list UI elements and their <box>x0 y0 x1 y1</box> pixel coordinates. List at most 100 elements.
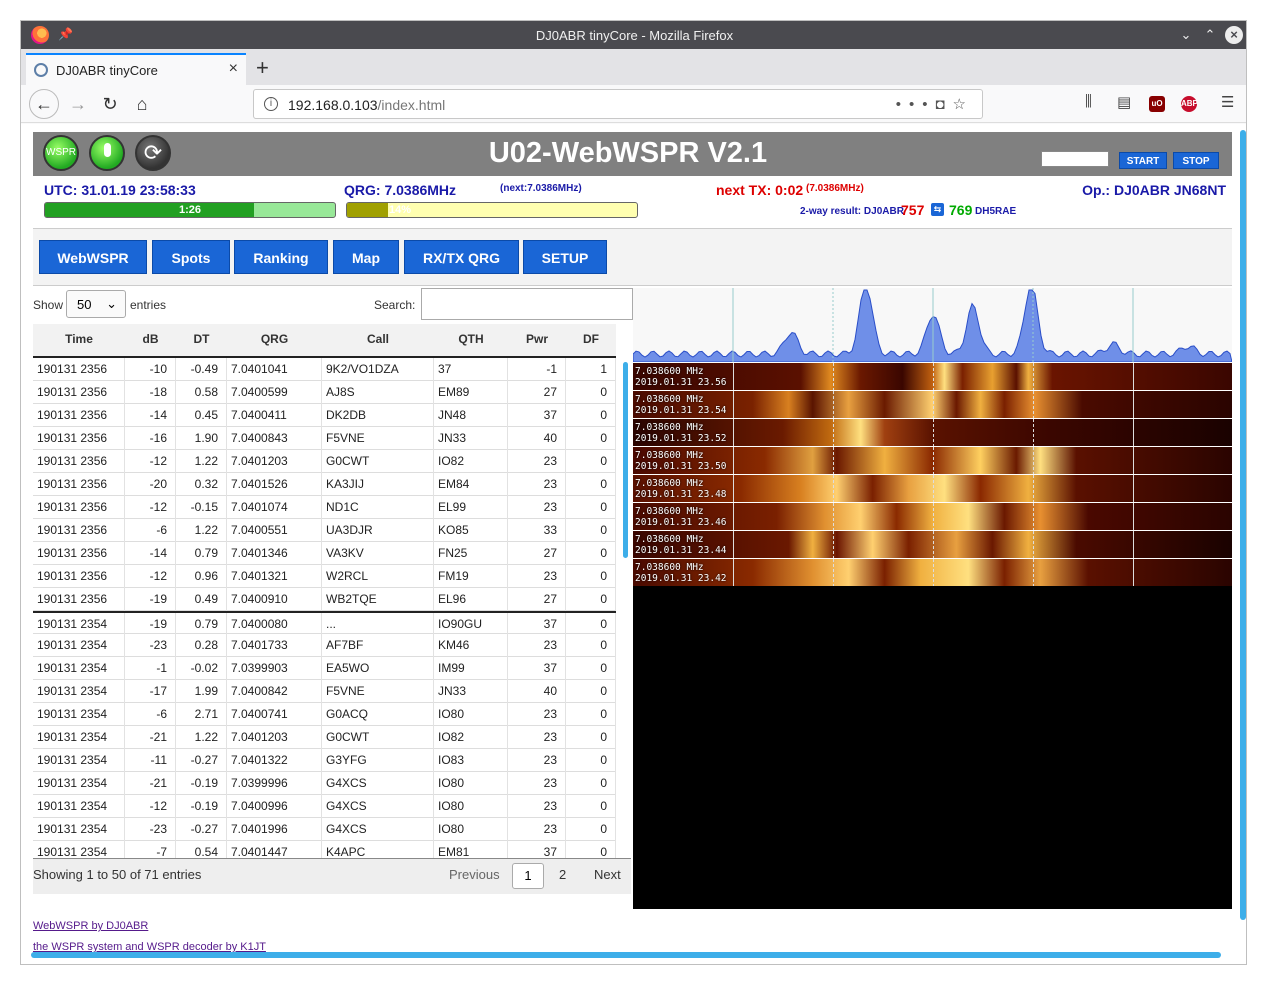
entries-select[interactable]: 50 ⌄ <box>66 290 126 318</box>
table-cell: -0.02 <box>176 657 227 680</box>
table-cell: JN33 <box>434 427 508 450</box>
table-row[interactable]: 190131 2354 -12 -0.19 7.0400996 G4XCS IO80 23 0 <box>33 795 616 818</box>
table-row[interactable]: 190131 2356 -12 0.96 7.0401321 W2RCL FM19 23 0 <box>33 565 616 588</box>
library-icon[interactable]: ⫼ <box>1085 93 1092 110</box>
page-vertical-scrollbar[interactable] <box>1240 130 1246 920</box>
table-row[interactable]: 190131 2356 -16 1.90 7.0400843 F5VNE JN33 40 0 <box>33 427 616 450</box>
waterfall-gridline <box>833 447 834 474</box>
back-icon[interactable]: ← <box>29 89 59 119</box>
table-row[interactable]: 190131 2356 -10 -0.49 7.0401041 9K2/VO1DZA 37… <box>33 358 616 381</box>
table-row[interactable]: 190131 2354 -17 1.99 7.0400842 F5VNE JN33 40 0 <box>33 680 616 703</box>
url-bar[interactable]: i 192.168.0.103/index.html •••◘☆ <box>253 89 983 119</box>
column-header[interactable]: DF <box>566 324 616 356</box>
tab-bar: DJ0ABR tinyCore × + <box>21 49 1246 85</box>
table-row[interactable]: 190131 2356 -19 0.49 7.0400910 WB2TQE EL96 27 0 <box>33 588 616 611</box>
entries-label: entries <box>130 298 167 312</box>
table-cell: 190131 2356 <box>33 565 125 588</box>
show-label: Show <box>33 298 64 312</box>
menu-webwspr[interactable]: WebWSPR <box>39 240 147 274</box>
forward-icon[interactable]: → <box>65 91 91 117</box>
table-row[interactable]: 190131 2354 -11 -0.27 7.0401322 G3YFG IO83 23 0 <box>33 749 616 772</box>
waterfall-gridline <box>833 391 834 418</box>
table-row[interactable]: 190131 2356 -12 -0.15 7.0401074 ND1C EL99 23 0 <box>33 496 616 519</box>
maximize-icon[interactable]: ⌃ <box>1201 26 1219 44</box>
close-window-icon[interactable]: × <box>1225 26 1243 44</box>
table-cell: F5VNE <box>322 427 434 450</box>
waterfall-freq-label: 7.038600 MHz <box>635 478 704 489</box>
url-actions[interactable]: •••◘☆ <box>896 95 974 113</box>
column-header[interactable]: QRG <box>227 324 322 356</box>
table-row[interactable]: 190131 2354 -23 0.28 7.0401733 AF7BF KM46 23 0 <box>33 634 616 657</box>
next-page-button[interactable]: Next <box>594 867 621 882</box>
table-row[interactable]: 190131 2356 -14 0.79 7.0401346 VA3KV FN25 27 0 <box>33 542 616 565</box>
table-row[interactable]: 190131 2354 -19 0.79 7.0400080... IO90GU 37 0 <box>33 611 616 636</box>
waterfall-time-label: 2019.01.31 23.46 <box>635 517 727 528</box>
table-cell: 7.0400551 <box>227 519 322 542</box>
menu-rxtx-qrg[interactable]: RX/TX QRG <box>404 240 519 274</box>
column-header[interactable]: dB <box>125 324 176 356</box>
adblock-icon[interactable]: ABP <box>1181 93 1198 112</box>
call-input[interactable] <box>1041 151 1109 167</box>
table-row[interactable]: 190131 2354 -6 2.71 7.0400741 G0ACQ IO80 23 0 <box>33 703 616 726</box>
table-cell: 0 <box>566 841 616 858</box>
waterfall-gridline <box>833 503 834 530</box>
waterfall-gridline <box>833 475 834 502</box>
table-cell: EL99 <box>434 496 508 519</box>
tab-active[interactable]: DJ0ABR tinyCore × <box>26 53 246 85</box>
table-cell: IO80 <box>434 795 508 818</box>
menu-map[interactable]: Map <box>333 240 399 274</box>
menu-spots[interactable]: Spots <box>152 240 230 274</box>
minimize-icon[interactable]: ⌄ <box>1177 26 1195 44</box>
waterfall-gridline <box>933 503 934 530</box>
home-icon[interactable]: ⌂ <box>129 91 155 117</box>
table-row[interactable]: 190131 2354 -21 -0.19 7.0399996 G4XCS IO80 23 0 <box>33 772 616 795</box>
waterfall-time-label: 2019.01.31 23.42 <box>635 573 727 584</box>
start-button[interactable]: START <box>1119 152 1167 169</box>
table-row[interactable]: 190131 2354 -23 -0.27 7.0401996 G4XCS IO80 23 0 <box>33 818 616 841</box>
link-webwspr[interactable]: WebWSPR by DJ0ABR <box>33 920 148 932</box>
table-row[interactable]: 190131 2356 -20 0.32 7.0401526 KA3JIJ EM84 23 0 <box>33 473 616 496</box>
reload-icon[interactable]: ↻ <box>97 91 123 117</box>
close-tab-icon[interactable]: × <box>229 60 238 78</box>
table-scrollbar[interactable] <box>623 362 628 558</box>
site-info-icon[interactable]: i <box>264 97 278 111</box>
table-row[interactable]: 190131 2356 -12 1.22 7.0401203 G0CWT IO82 23 0 <box>33 450 616 473</box>
waterfall-gridline <box>1033 503 1034 530</box>
column-header[interactable]: Time <box>33 324 125 356</box>
search-input[interactable] <box>421 288 633 320</box>
table-row[interactable]: 190131 2356 -18 0.58 7.0400599 AJ8S EM89 27 0 <box>33 381 616 404</box>
table-cell: 7.0401322 <box>227 749 322 772</box>
hamburger-menu-icon[interactable]: ☰ <box>1221 93 1234 111</box>
column-header[interactable]: DT <box>176 324 227 356</box>
table-cell: ND1C <box>322 496 434 519</box>
waterfall-gridline <box>1033 559 1034 586</box>
table-cell: AJ8S <box>322 381 434 404</box>
table-row[interactable]: 190131 2354 -7 0.54 7.0401447 K4APC EM81 37 0 <box>33 841 616 858</box>
menu-setup[interactable]: SETUP <box>523 240 607 274</box>
ublock-icon[interactable]: uO <box>1149 93 1165 112</box>
table-cell: G4XCS <box>322 818 434 841</box>
table-cell: 190131 2356 <box>33 588 125 611</box>
menu-ranking[interactable]: Ranking <box>234 240 328 274</box>
new-tab-icon[interactable]: + <box>256 55 269 81</box>
column-header[interactable]: Call <box>322 324 434 356</box>
waterfall-freq-label: 7.038600 MHz <box>635 562 704 573</box>
decode-progress-label: 14% <box>389 204 412 216</box>
prev-page-button[interactable]: Previous <box>449 867 500 882</box>
table-row[interactable]: 190131 2354 -21 1.22 7.0401203 G0CWT IO82 23 0 <box>33 726 616 749</box>
stop-button[interactable]: STOP <box>1173 152 1219 169</box>
sidebar-icon[interactable]: ▤ <box>1117 93 1131 111</box>
table-row[interactable]: 190131 2356 -6 1.22 7.0400551 UA3DJR KO85 33 0 <box>33 519 616 542</box>
table-row[interactable]: 190131 2354 -1 -0.02 7.0399903 EA5WO IM99 37 0 <box>33 657 616 680</box>
table-cell: -1 <box>508 358 566 381</box>
table-cell: 1.22 <box>176 519 227 542</box>
table-cell: 0.45 <box>176 404 227 427</box>
page-2-button[interactable]: 2 <box>559 867 566 882</box>
table-row[interactable]: 190131 2356 -14 0.45 7.0400411 DK2DB JN48 37 0 <box>33 404 616 427</box>
page-horizontal-scrollbar[interactable] <box>31 952 1221 958</box>
page-1-button[interactable]: 1 <box>512 863 544 889</box>
table-cell: 7.0401733 <box>227 634 322 657</box>
column-header[interactable]: Pwr <box>508 324 566 356</box>
column-header[interactable]: QTH <box>434 324 508 356</box>
table-cell: 7.0400996 <box>227 795 322 818</box>
